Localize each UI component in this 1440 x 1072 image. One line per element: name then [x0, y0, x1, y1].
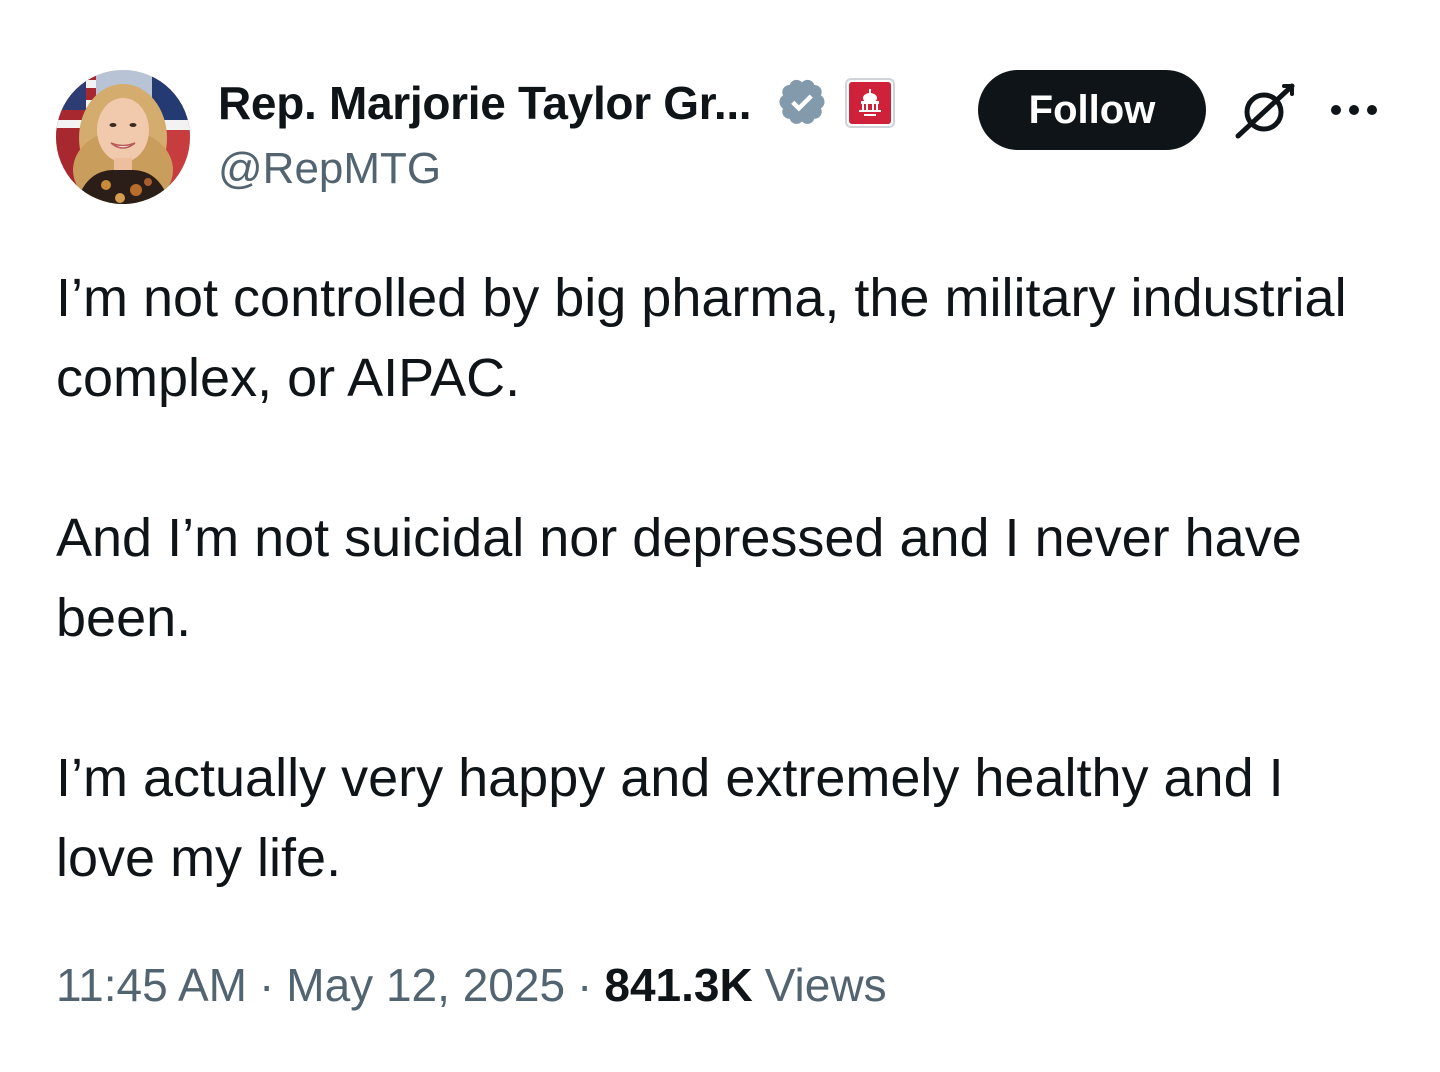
tweet-date[interactable]: May 12, 2025 [286, 958, 565, 1012]
author-name-row: Rep. Marjorie Taylor Gr... [218, 72, 896, 134]
follow-button[interactable]: Follow [978, 70, 1206, 150]
author-display-name[interactable]: Rep. Marjorie Taylor Gr... [218, 76, 752, 130]
affiliation-badge[interactable] [845, 78, 896, 128]
tweet-paragraph: I’m actually very happy and extremely he… [56, 748, 1284, 888]
meta-separator: · [258, 959, 275, 1011]
views-label: Views [764, 959, 887, 1011]
more-options-icon[interactable] [1328, 96, 1380, 124]
tweet-time[interactable]: 11:45 AM [56, 958, 247, 1012]
author-avatar[interactable] [56, 70, 190, 204]
grok-icon[interactable] [1234, 80, 1296, 142]
views-count: 841.3K [604, 959, 753, 1011]
avatar-image [56, 70, 190, 204]
author-handle[interactable]: @RepMTG [218, 144, 895, 194]
tweet-meta: 11:45 AM · May 12, 2025 · 841.3K Views [56, 958, 887, 1012]
tweet: Rep. Marjorie Taylor Gr... @RepMTG Follo… [0, 0, 1440, 1072]
tweet-paragraph: I’m not controlled by big pharma, the mi… [56, 268, 1347, 408]
tweet-paragraph: And I’m not suicidal nor depressed and I… [56, 508, 1302, 648]
tweet-text: I’m not controlled by big pharma, the mi… [56, 258, 1396, 898]
house-gop-capitol-icon [849, 82, 892, 124]
author-info: Rep. Marjorie Taylor Gr... @RepMTG [218, 72, 896, 194]
verified-badge-icon[interactable] [775, 76, 829, 130]
meta-separator: · [577, 959, 593, 1011]
